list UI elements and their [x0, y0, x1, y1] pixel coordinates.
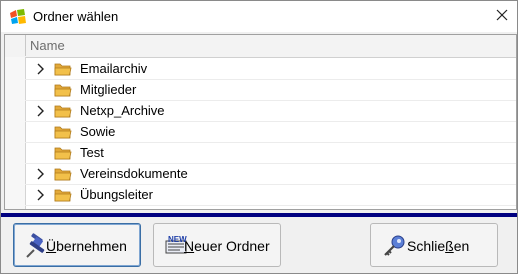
- chevron-right-icon[interactable]: [35, 188, 47, 202]
- close-button[interactable]: Schließen: [370, 223, 498, 267]
- new-folder-button[interactable]: NEW Neuer Ordner: [153, 223, 281, 267]
- tree-row[interactable]: Emailarchiv: [5, 59, 516, 80]
- close-icon: [496, 9, 508, 24]
- new-folder-button-label: Neuer Ordner: [184, 238, 270, 254]
- folder-icon: [54, 125, 72, 139]
- tree-row-label: Emailarchiv: [80, 61, 148, 76]
- chevron-right-icon[interactable]: [35, 62, 47, 76]
- key-icon: [381, 233, 407, 259]
- windows-logo-icon: [9, 9, 27, 25]
- tree-row[interactable]: Mitglieder: [5, 80, 516, 101]
- tree-header: Name: [5, 35, 516, 58]
- close-window-button[interactable]: [487, 1, 517, 32]
- title-bar: Ordner wählen: [1, 1, 517, 32]
- row-indicator-header: [5, 35, 26, 56]
- folder-tree[interactable]: Name Emailarchiv Mitglieder Netxp_Archive S…: [4, 34, 517, 210]
- accent-divider: [1, 213, 517, 217]
- accept-button[interactable]: Übernehmen: [13, 223, 141, 267]
- window-title: Ordner wählen: [33, 9, 119, 24]
- tree-row-label: Mitglieder: [80, 82, 137, 97]
- tree-row[interactable]: Netxp_Archive: [5, 101, 516, 122]
- folder-icon: [54, 83, 72, 97]
- chevron-right-icon[interactable]: [35, 167, 47, 181]
- folder-icon: [54, 188, 72, 202]
- tree-row-label: Netxp_Archive: [80, 103, 165, 118]
- row-separator: [25, 205, 516, 206]
- close-button-label: Schließen: [407, 238, 470, 254]
- column-header-name[interactable]: Name: [30, 38, 65, 53]
- tree-row[interactable]: Übungsleiter: [5, 185, 516, 206]
- folder-icon: [54, 104, 72, 118]
- accept-button-label: Übernehmen: [46, 238, 127, 254]
- tree-row[interactable]: Test: [5, 143, 516, 164]
- folder-icon: [54, 167, 72, 181]
- tree-row-label: Übungsleiter: [80, 187, 153, 202]
- folder-icon: [54, 62, 72, 76]
- tree-row-label: Sowie: [80, 124, 116, 139]
- tree-row-label: Vereinsdokumente: [80, 166, 188, 181]
- tree-row-label: Test: [80, 145, 104, 160]
- folder-icon: [54, 146, 72, 160]
- folder-dialog: Ordner wählen Name Emailarchiv Mitglieder…: [0, 0, 518, 274]
- tree-row[interactable]: Sowie: [5, 122, 516, 143]
- tree-row[interactable]: Vereinsdokumente: [5, 164, 516, 185]
- chevron-right-icon[interactable]: [35, 104, 47, 118]
